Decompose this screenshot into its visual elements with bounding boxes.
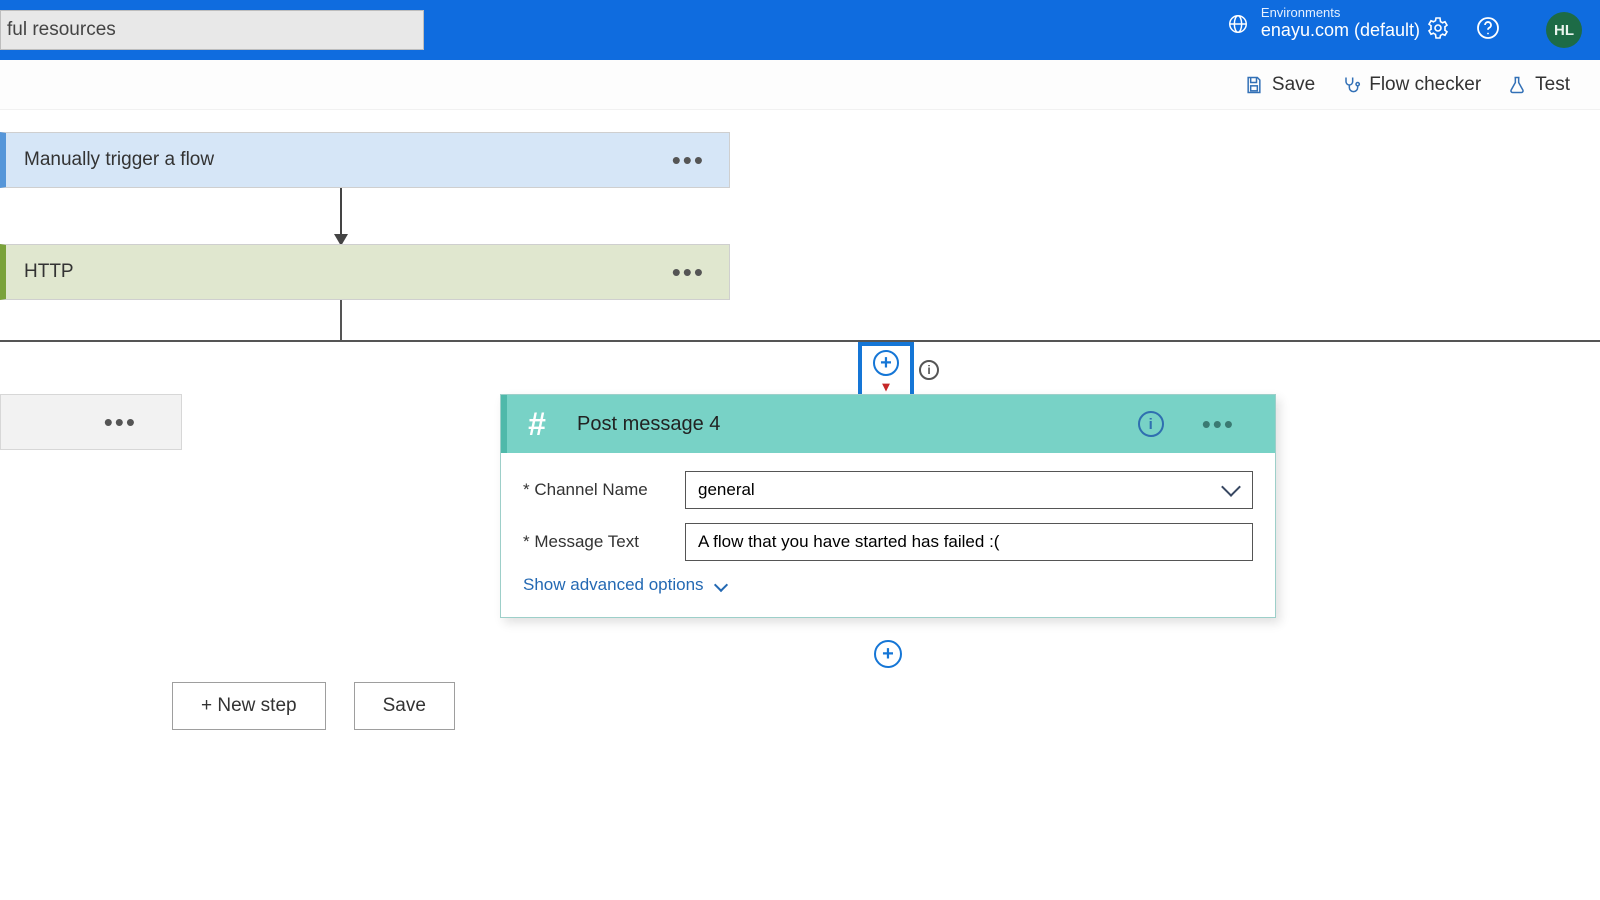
channel-name-label: Channel Name bbox=[523, 480, 685, 500]
connector-line bbox=[0, 340, 1600, 342]
add-step-button[interactable]: + bbox=[874, 640, 902, 668]
chevron-down-icon bbox=[713, 578, 727, 592]
show-advanced-label: Show advanced options bbox=[523, 575, 704, 595]
info-icon[interactable]: i bbox=[919, 360, 939, 380]
save-icon bbox=[1244, 75, 1264, 95]
arrow-icon bbox=[340, 188, 342, 244]
command-bar: Save Flow checker Test bbox=[0, 60, 1600, 110]
step-http-title: HTTP bbox=[24, 261, 648, 283]
step-title: Post message 4 bbox=[577, 413, 1124, 436]
step-trigger-title: Manually trigger a flow bbox=[24, 149, 648, 171]
flask-icon bbox=[1507, 75, 1527, 95]
info-icon[interactable]: i bbox=[1138, 411, 1164, 437]
globe-icon bbox=[1227, 13, 1249, 35]
message-text-value: A flow that you have started has failed … bbox=[698, 532, 999, 552]
message-text-label: Message Text bbox=[523, 532, 685, 552]
stethoscope-icon bbox=[1341, 75, 1361, 95]
save-button[interactable]: Save bbox=[1244, 74, 1315, 96]
environment-name: enayu.com (default) bbox=[1261, 20, 1420, 41]
avatar[interactable]: HL bbox=[1546, 12, 1582, 48]
step-trigger[interactable]: Manually trigger a flow ••• bbox=[0, 132, 730, 188]
test-button[interactable]: Test bbox=[1507, 74, 1570, 96]
message-text-input[interactable]: A flow that you have started has failed … bbox=[685, 523, 1253, 561]
flow-checker-button[interactable]: Flow checker bbox=[1341, 74, 1481, 96]
new-step-button[interactable]: + New step bbox=[172, 682, 326, 730]
help-icon[interactable] bbox=[1476, 16, 1500, 40]
save-label: Save bbox=[1272, 74, 1315, 96]
search-input[interactable] bbox=[0, 10, 424, 50]
environment-label: Environments bbox=[1261, 6, 1420, 20]
show-advanced-options[interactable]: Show advanced options bbox=[523, 575, 726, 595]
top-bar: Environments enayu.com (default) HL bbox=[0, 0, 1600, 60]
step-post-message: # Post message 4 i ••• Channel Name gene… bbox=[500, 394, 1276, 618]
gear-icon[interactable] bbox=[1426, 16, 1450, 40]
channel-name-select[interactable]: general bbox=[685, 471, 1253, 509]
ellipsis-icon[interactable]: ••• bbox=[648, 145, 729, 176]
save-button[interactable]: Save bbox=[354, 682, 455, 730]
test-label: Test bbox=[1535, 74, 1570, 96]
channel-name-value: general bbox=[698, 480, 755, 500]
slack-icon: # bbox=[511, 398, 563, 450]
plus-icon[interactable]: + bbox=[873, 350, 899, 376]
flow-checker-label: Flow checker bbox=[1369, 74, 1481, 96]
chevron-down-icon bbox=[1221, 477, 1241, 497]
flow-canvas: Manually trigger a flow ••• HTTP ••• •••… bbox=[0, 110, 1600, 900]
step-http[interactable]: HTTP ••• bbox=[0, 244, 730, 300]
connector-line bbox=[340, 300, 342, 340]
step-collapsed[interactable]: ••• bbox=[0, 394, 182, 450]
ellipsis-icon[interactable]: ••• bbox=[1178, 409, 1259, 440]
ellipsis-icon[interactable]: ••• bbox=[648, 257, 729, 288]
ellipsis-icon[interactable]: ••• bbox=[80, 407, 161, 438]
step-header[interactable]: # Post message 4 i ••• bbox=[501, 395, 1275, 453]
arrow-down-icon: ▾ bbox=[882, 378, 889, 395]
environment-picker[interactable]: Environments enayu.com (default) bbox=[1227, 6, 1420, 41]
